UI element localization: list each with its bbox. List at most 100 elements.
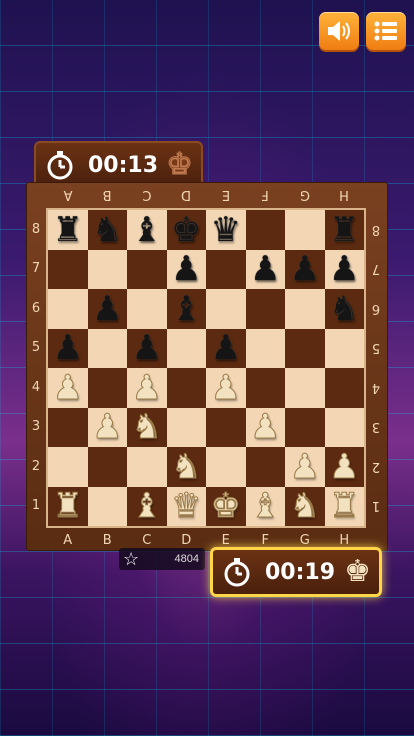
square-a8[interactable]: ♜ [48,210,88,250]
square-d6[interactable]: ♝ [166,289,206,329]
black-pawn-piece[interactable]: ♟ [171,252,201,286]
black-knight-piece[interactable]: ♞ [92,213,122,247]
square-d5[interactable] [166,328,206,368]
white-queen-piece[interactable]: ♛ [170,489,202,524]
black-bishop-piece[interactable]: ♝ [132,213,162,247]
square-e3[interactable] [206,407,246,447]
square-h3[interactable] [324,407,364,447]
square-b7[interactable] [87,249,127,289]
square-h5[interactable] [324,328,364,368]
square-g2[interactable]: ♟ [285,447,325,487]
square-g1[interactable]: ♞ [285,486,325,526]
square-f2[interactable] [245,447,285,487]
chess-board[interactable]: ♜ ♞ ♝ ♚ ♛ ♜ ♟ ♟ ♟ ♟ ♟ ♝ ♞ ♟ ♟ ♟ ♟ ♟ ♟ ♟ ♞ ♟ ♞ ♟ ♟ ♜ ♝ ♛ ♚ ♝ ♞ ♜ [48,210,364,526]
square-h2[interactable]: ♟ [324,447,364,487]
square-d8[interactable]: ♚ [166,210,206,250]
square-a7[interactable] [48,249,88,289]
square-c6[interactable] [127,289,167,329]
black-pawn-piece[interactable]: ♟ [53,331,83,365]
square-d3[interactable] [166,407,206,447]
square-e7[interactable] [206,249,246,289]
square-c4[interactable]: ♟ [127,368,167,408]
square-b8[interactable]: ♞ [87,210,127,250]
square-a3[interactable] [48,407,88,447]
black-bishop-piece[interactable]: ♝ [171,292,201,326]
white-rook-piece[interactable]: ♜ [52,489,84,524]
white-pawn-piece[interactable]: ♟ [131,370,163,405]
white-knight-piece[interactable]: ♞ [131,410,163,445]
black-rook-piece[interactable]: ♜ [53,213,83,247]
black-rook-piece[interactable]: ♜ [329,213,359,247]
white-pawn-piece[interactable]: ♟ [210,370,242,405]
black-pawn-piece[interactable]: ♟ [290,252,320,286]
white-pawn-piece[interactable]: ♟ [289,449,321,484]
square-e1[interactable]: ♚ [206,486,246,526]
square-d2[interactable]: ♞ [166,447,206,487]
square-c3[interactable]: ♞ [127,407,167,447]
black-pawn-piece[interactable]: ♟ [211,331,241,365]
menu-button[interactable] [366,12,406,50]
square-g6[interactable] [285,289,325,329]
white-pawn-piece[interactable]: ♟ [328,449,360,484]
white-pawn-piece[interactable]: ♟ [52,370,84,405]
black-pawn-piece[interactable]: ♟ [132,331,162,365]
white-knight-piece[interactable]: ♞ [170,449,202,484]
square-c2[interactable] [127,447,167,487]
square-g8[interactable] [285,210,325,250]
black-pawn-piece[interactable]: ♟ [329,252,359,286]
square-g3[interactable] [285,407,325,447]
square-a1[interactable]: ♜ [48,486,88,526]
square-a5[interactable]: ♟ [48,328,88,368]
square-e4[interactable]: ♟ [206,368,246,408]
square-f6[interactable] [245,289,285,329]
square-c5[interactable]: ♟ [127,328,167,368]
square-c7[interactable] [127,249,167,289]
white-bishop-piece[interactable]: ♝ [249,489,281,524]
square-f1[interactable]: ♝ [245,486,285,526]
square-h1[interactable]: ♜ [324,486,364,526]
square-e6[interactable] [206,289,246,329]
white-king-piece[interactable]: ♚ [210,489,242,524]
square-b3[interactable]: ♟ [87,407,127,447]
square-c8[interactable]: ♝ [127,210,167,250]
square-h4[interactable] [324,368,364,408]
rank-label: 2 [31,458,41,474]
square-d1[interactable]: ♛ [166,486,206,526]
square-f4[interactable] [245,368,285,408]
square-a2[interactable] [48,447,88,487]
square-f3[interactable]: ♟ [245,407,285,447]
square-b6[interactable]: ♟ [87,289,127,329]
square-a6[interactable] [48,289,88,329]
square-a4[interactable]: ♟ [48,368,88,408]
white-rook-piece[interactable]: ♜ [328,489,360,524]
black-knight-piece[interactable]: ♞ [329,292,359,326]
square-h8[interactable]: ♜ [324,210,364,250]
square-g4[interactable] [285,368,325,408]
square-d4[interactable] [166,368,206,408]
square-e5[interactable]: ♟ [206,328,246,368]
square-c1[interactable]: ♝ [127,486,167,526]
white-bishop-piece[interactable]: ♝ [131,489,163,524]
black-king-piece[interactable]: ♚ [171,213,201,247]
white-pawn-piece[interactable]: ♟ [249,410,281,445]
square-e8[interactable]: ♛ [206,210,246,250]
square-f8[interactable] [245,210,285,250]
white-knight-piece[interactable]: ♞ [289,489,321,524]
square-f7[interactable]: ♟ [245,249,285,289]
black-queen-piece[interactable]: ♛ [211,213,241,247]
sound-button[interactable] [319,12,359,50]
black-pawn-piece[interactable]: ♟ [250,252,280,286]
black-pawn-piece[interactable]: ♟ [92,292,122,326]
square-b5[interactable] [87,328,127,368]
square-g5[interactable] [285,328,325,368]
square-f5[interactable] [245,328,285,368]
square-b4[interactable] [87,368,127,408]
square-g7[interactable]: ♟ [285,249,325,289]
square-b1[interactable] [87,486,127,526]
square-b2[interactable] [87,447,127,487]
square-d7[interactable]: ♟ [166,249,206,289]
square-h6[interactable]: ♞ [324,289,364,329]
square-e2[interactable] [206,447,246,487]
white-pawn-piece[interactable]: ♟ [91,410,123,445]
square-h7[interactable]: ♟ [324,249,364,289]
